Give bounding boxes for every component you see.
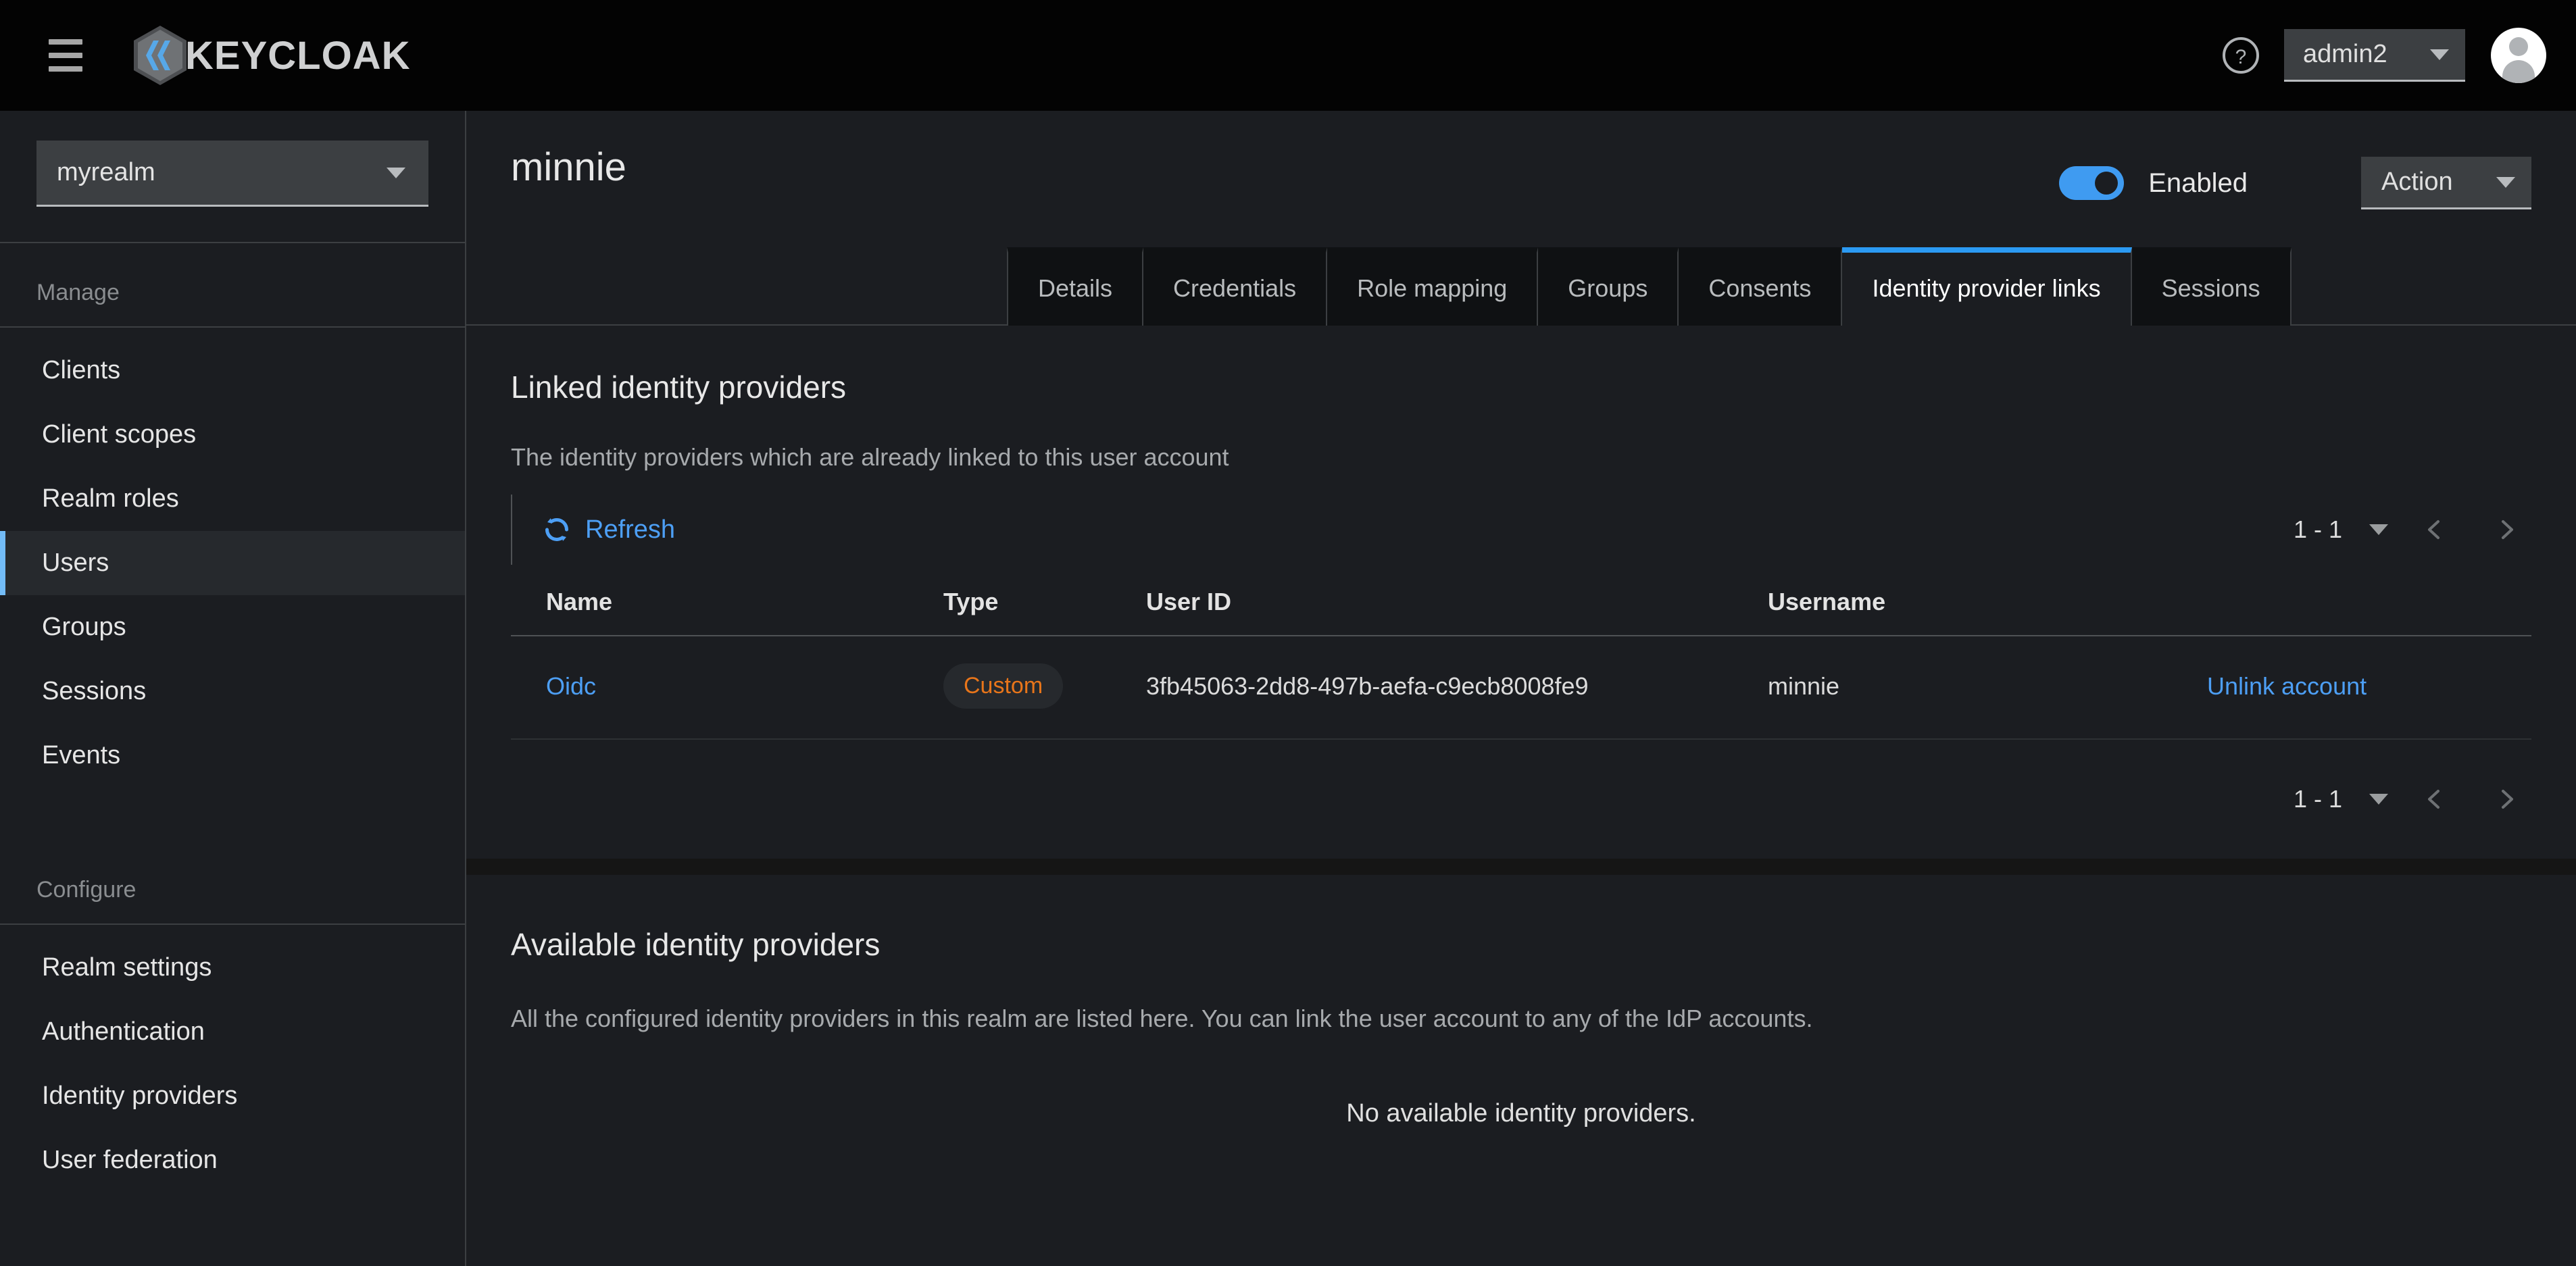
chevron-left-icon	[2428, 520, 2439, 539]
table-head: Name Type User ID Username	[511, 570, 2531, 636]
page-header-actions: Enabled Action	[2059, 145, 2531, 209]
unlink-account-link[interactable]: Unlink account	[2207, 672, 2367, 700]
sidebar-item-authentication[interactable]: Authentication	[0, 1000, 465, 1064]
provider-name-link[interactable]: Oidc	[546, 672, 596, 700]
pagination-top-range: 1 - 1	[2293, 515, 2342, 543]
tab-consents[interactable]: Consents	[1679, 247, 1843, 326]
tab-role-mapping[interactable]: Role mapping	[1327, 247, 1539, 326]
brand-logo-group[interactable]: KEYCLOAK	[131, 24, 410, 86]
chevron-left-icon	[2428, 790, 2439, 809]
sidebar-item-realm-settings[interactable]: Realm settings	[0, 936, 465, 1000]
pagination-bottom-prev-button[interactable]	[2410, 774, 2460, 824]
cell-provider-type: Custom	[943, 636, 1146, 740]
pagination-top-chevron-down-icon[interactable]	[2369, 524, 2388, 535]
brand-name: KEYCLOAK	[185, 33, 411, 78]
status-badge: Custom	[943, 663, 1064, 709]
action-dropdown-label: Action	[2381, 168, 2453, 196]
sidebar-item-groups[interactable]: Groups	[0, 595, 465, 659]
table-header-row: Name Type User ID Username	[511, 570, 2531, 636]
cell-username: minnie	[1768, 636, 2200, 740]
tab-sessions[interactable]: Sessions	[2131, 247, 2292, 326]
available-providers-heading: Available identity providers	[511, 927, 881, 962]
refresh-icon	[545, 518, 568, 541]
linked-providers-toolbar: Refresh 1 - 1	[511, 489, 2531, 570]
available-providers-section: Available identity providers All the con…	[466, 875, 2576, 1128]
cell-action: Unlink account	[2200, 636, 2531, 740]
chevron-right-icon	[2502, 520, 2513, 539]
nav-list-configure: Realm settings Authentication Identity p…	[0, 925, 465, 1192]
tab-details[interactable]: Details	[1007, 247, 1144, 326]
main-content: minnie Enabled Action Details Credential…	[466, 111, 2576, 1266]
sidebar-item-identity-providers[interactable]: Identity providers	[0, 1064, 465, 1128]
toolbar-divider	[511, 495, 512, 565]
linked-providers-description: The identity providers which are already…	[511, 443, 1229, 471]
table-row: Oidc Custom 3fb45063-2dd8-497b-aefa-c9ec…	[511, 636, 2531, 740]
realm-selector-label: myrealm	[57, 158, 155, 186]
pagination-bottom-chevron-down-icon[interactable]	[2369, 794, 2388, 805]
enabled-toggle-label: Enabled	[2148, 168, 2248, 198]
tab-identity-provider-links[interactable]: Identity provider links	[1842, 247, 2132, 326]
tab-credentials[interactable]: Credentials	[1143, 247, 1328, 326]
column-header-name: Name	[511, 570, 943, 636]
sidebar-item-users[interactable]: Users	[0, 531, 465, 595]
refresh-button[interactable]: Refresh	[542, 515, 675, 545]
masthead: KEYCLOAK ? admin2	[0, 0, 2576, 111]
sidebar-item-realm-roles[interactable]: Realm roles	[0, 467, 465, 531]
tab-bar: Details Credentials Role mapping Groups …	[466, 247, 2576, 326]
available-providers-empty-state: No available identity providers.	[1346, 1099, 1696, 1128]
realm-selector-wrap: myrealm	[0, 111, 465, 243]
pagination-top-prev-button[interactable]	[2410, 505, 2460, 555]
page-title: minnie	[511, 145, 626, 189]
tab-groups[interactable]: Groups	[1538, 247, 1679, 326]
sidebar-item-user-federation[interactable]: User federation	[0, 1128, 465, 1192]
user-avatar-icon[interactable]	[2491, 28, 2546, 83]
linked-providers-heading: Linked identity providers	[511, 370, 847, 405]
column-header-username: Username	[1768, 570, 2200, 636]
pagination-bottom-wrap: 1 - 1	[511, 740, 2531, 859]
page-layout: myrealm Manage Clients Client scopes Rea…	[0, 111, 2576, 1266]
column-header-user-id: User ID	[1146, 570, 1768, 636]
pagination-bottom-range: 1 - 1	[2293, 785, 2342, 813]
sidebar-item-clients[interactable]: Clients	[0, 338, 465, 403]
cell-provider-name: Oidc	[511, 636, 943, 740]
svg-text:?: ?	[2235, 46, 2247, 68]
enabled-toggle[interactable]	[2059, 166, 2125, 200]
available-providers-panel: Available identity providers All the con…	[466, 875, 2576, 1266]
chevron-down-icon	[2430, 49, 2449, 60]
chevron-down-icon	[2496, 176, 2515, 188]
refresh-button-label: Refresh	[585, 515, 676, 544]
linked-providers-panel: minnie Enabled Action Details Credential…	[466, 111, 2576, 859]
nav-list-manage: Clients Client scopes Realm roles Users …	[0, 328, 465, 788]
panel-divider	[466, 859, 2576, 875]
chevron-down-icon	[387, 167, 405, 178]
pagination-top-next-button[interactable]	[2481, 505, 2531, 555]
cell-user-id: 3fb45063-2dd8-497b-aefa-c9ecb8008fe9	[1146, 636, 1768, 740]
pagination-top: 1 - 1	[2294, 505, 2531, 555]
chevron-right-icon	[2502, 790, 2513, 809]
sidebar-item-sessions[interactable]: Sessions	[0, 659, 465, 724]
user-menu-button[interactable]: admin2	[2284, 29, 2465, 82]
action-dropdown-button[interactable]: Action	[2361, 157, 2531, 209]
pagination-bottom: 1 - 1	[2294, 774, 2531, 824]
sidebar-item-events[interactable]: Events	[0, 724, 465, 788]
available-providers-description: All the configured identity providers in…	[511, 1005, 1813, 1032]
page-header: minnie Enabled Action	[466, 111, 2576, 209]
user-menu-label: admin2	[2303, 40, 2387, 68]
pagination-bottom-next-button[interactable]	[2481, 774, 2531, 824]
keycloak-logo-icon	[131, 24, 189, 86]
masthead-actions: ? admin2	[2221, 28, 2546, 83]
linked-providers-table: Name Type User ID Username Oidc Custom 3…	[511, 570, 2531, 740]
sidebar: myrealm Manage Clients Client scopes Rea…	[0, 111, 466, 1266]
realm-selector[interactable]: myrealm	[36, 141, 428, 207]
nav-group-title-configure: Configure	[0, 840, 465, 925]
sidebar-item-client-scopes[interactable]: Client scopes	[0, 403, 465, 467]
column-header-action	[2200, 570, 2531, 636]
nav-group-title-manage: Manage	[0, 243, 465, 328]
column-header-type: Type	[943, 570, 1146, 636]
linked-providers-section: Linked identity providers The identity p…	[466, 326, 2576, 859]
hamburger-icon[interactable]	[39, 29, 92, 82]
help-circle-icon[interactable]: ?	[2221, 35, 2261, 76]
table-body: Oidc Custom 3fb45063-2dd8-497b-aefa-c9ec…	[511, 636, 2531, 740]
